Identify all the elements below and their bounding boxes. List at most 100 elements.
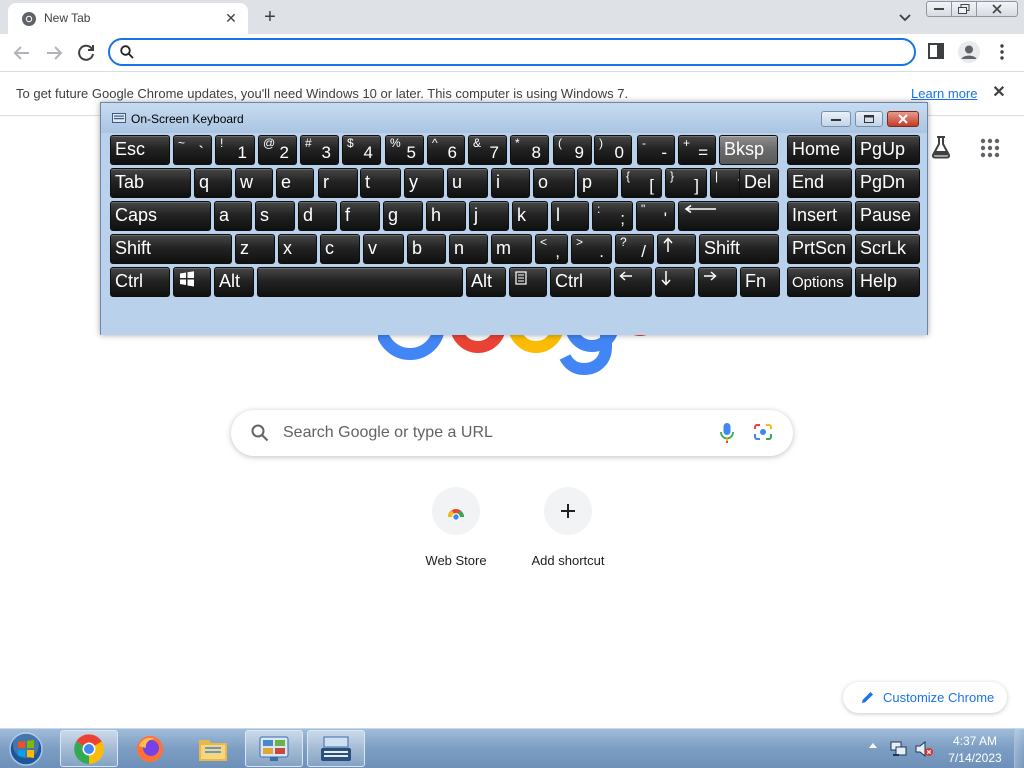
key-'[interactable]: " ' (636, 201, 675, 231)
key-b[interactable]: b (407, 234, 446, 264)
key-pause[interactable]: Pause (855, 201, 920, 231)
key-prtscn[interactable]: PrtScn (787, 234, 852, 264)
key-ctrl[interactable]: Ctrl (110, 267, 170, 297)
key-9[interactable]: (9 (553, 135, 592, 165)
key-.[interactable]: >. (571, 234, 612, 264)
key-r[interactable]: r (318, 168, 358, 198)
side-panel-icon[interactable] (928, 43, 946, 59)
key-spacebar[interactable] (257, 267, 463, 297)
key-v[interactable]: v (363, 234, 404, 264)
google-apps-grid-icon[interactable] (980, 138, 1000, 158)
network-icon[interactable] (890, 740, 908, 758)
key-g[interactable]: g (383, 201, 423, 231)
key-d[interactable]: d (298, 201, 337, 231)
profile-avatar-icon[interactable] (958, 41, 980, 63)
learn-more-link[interactable]: Learn more (911, 86, 977, 101)
key-right-arrow-icon[interactable] (698, 267, 737, 297)
key-7[interactable]: & 7 (468, 135, 507, 165)
taskbar-control-panel[interactable] (245, 730, 303, 767)
key-m[interactable]: m (491, 234, 532, 264)
key-a[interactable]: a (214, 201, 252, 231)
voice-search-mic-icon[interactable] (720, 422, 734, 444)
key-alt[interactable]: Alt (214, 267, 254, 297)
key-z[interactable]: z (235, 234, 275, 264)
key-][interactable]: }] (665, 168, 707, 198)
window-close-button[interactable] (976, 1, 1018, 17)
key-down-arrow-icon[interactable] (655, 267, 695, 297)
google-lens-camera-icon[interactable] (753, 423, 773, 441)
infobar-close-icon[interactable]: ✕ (990, 84, 1008, 102)
tab-search-chevron-icon[interactable] (897, 9, 913, 25)
key-windows-logo-icon[interactable] (173, 267, 211, 297)
reload-icon[interactable] (74, 41, 98, 65)
clock-date[interactable]: 7/14/2023 (940, 751, 1010, 765)
address-bar-input[interactable] (142, 42, 902, 62)
volume-muted-icon[interactable] (914, 740, 934, 758)
taskbar-on-screen-keyboard[interactable] (307, 730, 365, 767)
key-e[interactable]: e (276, 168, 314, 198)
key-w[interactable]: w (235, 168, 273, 198)
key-options[interactable]: Options (787, 267, 852, 297)
forward-arrow-icon[interactable] (42, 41, 66, 65)
ntp-search-input[interactable] (283, 423, 703, 443)
key-enter-arrow-icon[interactable] (678, 201, 779, 231)
key-t[interactable]: t (360, 168, 401, 198)
tab-new-tab[interactable]: New Tab ✕ (8, 3, 248, 34)
key-help[interactable]: Help (855, 267, 920, 297)
key-/[interactable]: ? / (615, 234, 654, 264)
key-left-arrow-icon[interactable] (614, 267, 652, 297)
show-hidden-icons-arrow-icon[interactable] (868, 741, 878, 749)
key-p[interactable]: p (577, 168, 618, 198)
key-c[interactable]: c (320, 234, 360, 264)
key-5[interactable]: % 5 (385, 135, 424, 165)
key-1[interactable]: ! 1 (215, 135, 255, 165)
shortcut-add[interactable]: Add shortcut (512, 487, 624, 577)
key-3[interactable]: #3 (300, 135, 339, 165)
start-button[interactable] (6, 731, 46, 767)
key-n[interactable]: n (449, 234, 488, 264)
key-shift[interactable]: Shift (699, 234, 779, 264)
back-arrow-icon[interactable] (10, 41, 34, 65)
key-o[interactable]: o (533, 168, 575, 198)
show-desktop-button[interactable] (1014, 729, 1024, 768)
key-0[interactable]: ) 0 (594, 135, 632, 165)
omnibox[interactable] (108, 38, 916, 66)
key-[[interactable]: {[ (621, 168, 662, 198)
osk-titlebar[interactable]: On-Screen Keyboard (101, 103, 927, 133)
key-`[interactable]: ~ ` (173, 135, 212, 165)
taskbar-file-explorer[interactable] (184, 730, 242, 767)
key-caps[interactable]: Caps (110, 201, 211, 231)
tab-close-icon[interactable]: ✕ (222, 9, 240, 27)
key-bksp[interactable]: Bksp (719, 135, 778, 165)
taskbar-chrome[interactable] (60, 730, 118, 767)
taskbar-firefox[interactable] (121, 730, 179, 767)
key-s[interactable]: s (255, 201, 295, 231)
key-alt[interactable]: Alt (466, 267, 506, 297)
chrome-labs-flask-icon[interactable] (930, 135, 952, 159)
key-pgup[interactable]: PgUp (855, 135, 920, 165)
key-end[interactable]: End (787, 168, 852, 198)
key--[interactable]: -- (637, 135, 675, 165)
key-u[interactable]: u (447, 168, 488, 198)
key-4[interactable]: $4 (342, 135, 381, 165)
key-q[interactable]: q (194, 168, 232, 198)
key-ctrl[interactable]: Ctrl (550, 267, 611, 297)
osk-minimize-button[interactable] (821, 111, 851, 127)
window-restore-button[interactable] (951, 1, 977, 17)
key-=[interactable]: + = (678, 135, 716, 165)
key-x[interactable]: x (278, 234, 317, 264)
key-del[interactable]: Del (739, 168, 779, 198)
key-l[interactable]: l (551, 201, 589, 231)
more-menu-icon[interactable] (994, 42, 1010, 62)
key-scrlk[interactable]: ScrLk (855, 234, 920, 264)
new-tab-button[interactable]: + (259, 6, 281, 28)
osk-maximize-button[interactable] (855, 111, 883, 127)
customize-chrome-button[interactable]: Customize Chrome (843, 682, 1007, 713)
key-shift[interactable]: Shift (110, 234, 232, 264)
key-y[interactable]: y (404, 168, 444, 198)
key-;[interactable]: :; (592, 201, 633, 231)
window-minimize-button[interactable] (926, 1, 952, 17)
key-up-arrow-icon[interactable] (657, 234, 696, 264)
key-k[interactable]: k (512, 201, 548, 231)
key-6[interactable]: ^ 6 (427, 135, 465, 165)
